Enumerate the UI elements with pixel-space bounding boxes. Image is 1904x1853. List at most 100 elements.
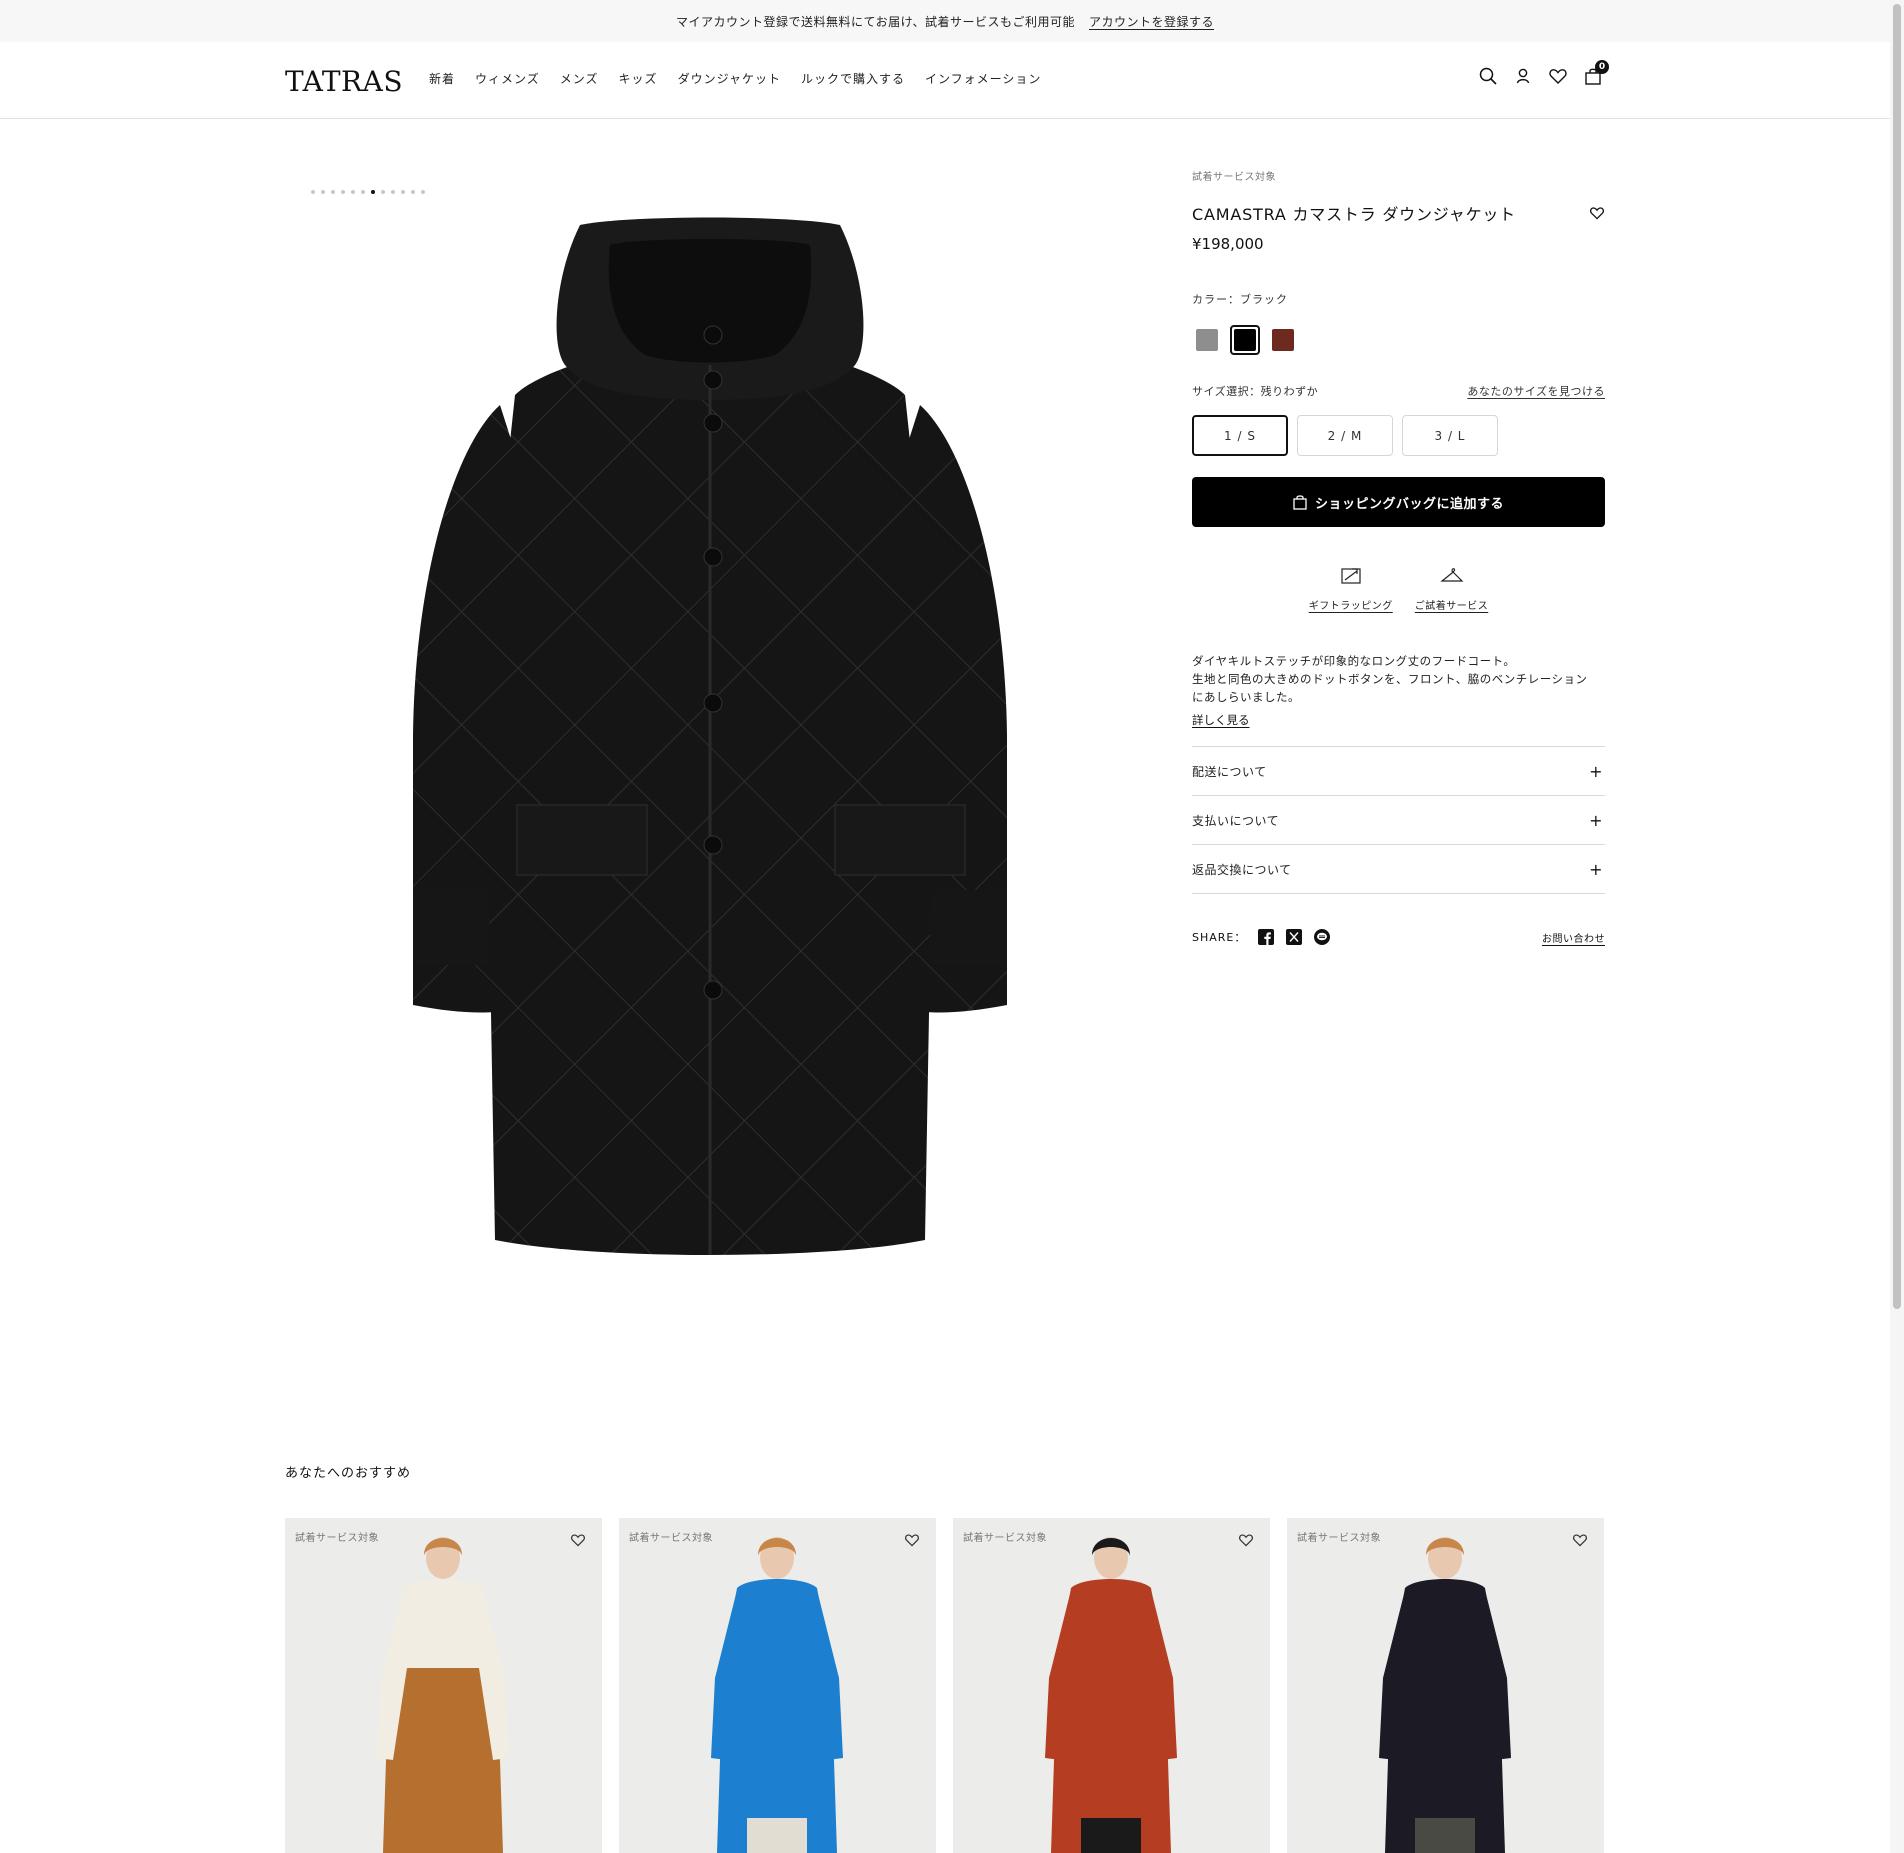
- color-label: カラー：ブラック: [1192, 293, 1288, 306]
- share-row: SHARE： お問い合わせ: [1192, 929, 1605, 945]
- swatch-fill: [1196, 329, 1218, 351]
- nav-new-arrivals[interactable]: 新着: [429, 70, 455, 87]
- scrollbar-thumb[interactable]: [1893, 4, 1901, 1309]
- size-label: サイズ選択：残りわずか: [1192, 385, 1319, 398]
- info-accordion: 配送について + 支払いについて + 返品交換について +: [1192, 746, 1605, 894]
- recommendation-card[interactable]: 試着サービス対象: [953, 1518, 1270, 1853]
- recommendation-card[interactable]: 試着サービス対象: [619, 1518, 936, 1853]
- gift-wrapping-label: ギフトラッピング: [1308, 601, 1393, 612]
- share-links: SHARE：: [1192, 929, 1331, 945]
- product-price: ¥198,000: [1192, 235, 1264, 253]
- main-nav: 新着 ウィメンズ メンズ キッズ ダウンジャケット ルックで購入する インフォメ…: [429, 70, 1041, 87]
- promo-text: マイアカウント登録で送料無料にてお届け、試着サービスもご利用可能: [675, 14, 1076, 29]
- description-line: にあしらいました。: [1192, 690, 1300, 704]
- hanger-icon: [1439, 565, 1464, 589]
- plus-icon: +: [1589, 810, 1603, 830]
- accordion-shipping[interactable]: 配送について +: [1192, 747, 1605, 796]
- color-swatch-black[interactable]: [1230, 325, 1260, 355]
- account-icon[interactable]: [1513, 66, 1533, 86]
- gallery-dot[interactable]: [321, 190, 325, 194]
- trial-service-tag: 試着サービス対象: [295, 1533, 379, 1544]
- nav-shop-the-look[interactable]: ルックで購入する: [801, 70, 905, 87]
- gift-wrapping-link[interactable]: ギフトラッピング: [1309, 565, 1393, 612]
- trial-service-tag: 試着サービス対象: [1192, 172, 1276, 183]
- size-option-m[interactable]: 2 / M: [1297, 415, 1393, 456]
- recommendations-grid: 試着サービス対象 試着サービス対象 試着サービス対象 試着サービス対象: [285, 1518, 1604, 1853]
- gallery-pagination[interactable]: [311, 190, 425, 194]
- plus-icon: +: [1589, 761, 1603, 781]
- contact-link[interactable]: お問い合わせ: [1542, 930, 1605, 945]
- description-line: ダイヤキルトステッチが印象的なロング丈のフードコート。: [1192, 654, 1516, 668]
- try-on-service-link[interactable]: ご試着サービス: [1415, 565, 1489, 612]
- trial-service-tag: 試着サービス対象: [629, 1533, 713, 1544]
- size-option-l[interactable]: 3 / L: [1402, 415, 1498, 456]
- accordion-returns[interactable]: 返品交換について +: [1192, 845, 1605, 894]
- gallery-dot[interactable]: [381, 190, 385, 194]
- size-option-s[interactable]: 1 / S: [1192, 415, 1288, 456]
- trial-service-tag: 試着サービス対象: [1297, 1533, 1381, 1544]
- cart-icon[interactable]: 0: [1583, 60, 1609, 86]
- gallery-dot[interactable]: [401, 190, 405, 194]
- recommendation-card[interactable]: 試着サービス対象: [285, 1518, 602, 1853]
- facebook-icon[interactable]: [1258, 929, 1275, 945]
- favorite-heart-icon[interactable]: [570, 1532, 586, 1548]
- gallery-dot[interactable]: [361, 190, 365, 194]
- recommendation-card[interactable]: 試着サービス対象: [1287, 1518, 1604, 1853]
- product-photo: [1045, 1537, 1177, 1853]
- color-swatches: [1192, 325, 1605, 355]
- line-icon[interactable]: [1314, 929, 1331, 945]
- favorite-heart-icon[interactable]: [1589, 205, 1605, 221]
- page-scrollbar[interactable]: [1890, 0, 1904, 1853]
- header-icons: 0: [1478, 60, 1609, 86]
- find-your-size-link[interactable]: あなたのサイズを見つける: [1467, 383, 1605, 399]
- accordion-payment[interactable]: 支払いについて +: [1192, 796, 1605, 845]
- gallery-dot[interactable]: [391, 190, 395, 194]
- nav-information[interactable]: インフォメーション: [925, 70, 1041, 87]
- description-line: 生地と同色の大きめのドットボタンを、フロント、脇のベンチレーション: [1192, 672, 1588, 686]
- color-swatch-brown[interactable]: [1268, 325, 1298, 355]
- product-photo: [711, 1537, 843, 1853]
- x-icon[interactable]: [1286, 929, 1303, 945]
- swatch-fill: [1272, 329, 1294, 351]
- accordion-label: 配送について: [1192, 764, 1267, 779]
- cart-count-badge: 0: [1595, 60, 1609, 74]
- add-to-bag-label: ショッピングバッグに追加する: [1314, 496, 1504, 512]
- brand-logo[interactable]: TATRAS: [285, 65, 403, 98]
- product-details: 試着サービス対象 CAMASTRA カマストラ ダウンジャケット ¥198,00…: [1192, 168, 1605, 945]
- register-account-link[interactable]: アカウントを登録する: [1089, 13, 1214, 30]
- nav-mens[interactable]: メンズ: [560, 70, 599, 87]
- promo-bar: マイアカウント登録で送料無料にてお届け、試着サービスもご利用可能 アカウントを登…: [0, 0, 1890, 42]
- plus-icon: +: [1589, 859, 1603, 879]
- gallery-dot[interactable]: [331, 190, 335, 194]
- wishlist-icon[interactable]: [1548, 66, 1568, 86]
- gallery-dot[interactable]: [351, 190, 355, 194]
- add-to-bag-button[interactable]: ショッピングバッグに追加する: [1192, 477, 1605, 527]
- nav-down-jackets[interactable]: ダウンジャケット: [678, 70, 781, 87]
- product-photo: [377, 1537, 509, 1853]
- gallery-dot[interactable]: [311, 190, 315, 194]
- gallery-dot[interactable]: [411, 190, 415, 194]
- nav-kids[interactable]: キッズ: [619, 70, 658, 87]
- color-swatch-grey[interactable]: [1192, 325, 1222, 355]
- nav-womens[interactable]: ウィメンズ: [475, 70, 540, 87]
- favorite-heart-icon[interactable]: [1238, 1532, 1254, 1548]
- share-label: SHARE：: [1192, 931, 1247, 944]
- gift-wrap-icon: [1340, 565, 1362, 589]
- title-row: CAMASTRA カマストラ ダウンジャケット: [1192, 201, 1605, 225]
- service-links: ギフトラッピング ご試着サービス: [1192, 565, 1605, 612]
- bag-icon: [1293, 494, 1307, 510]
- search-icon[interactable]: [1478, 66, 1498, 86]
- size-row: サイズ選択：残りわずか あなたのサイズを見つける: [1192, 383, 1605, 399]
- read-more-link[interactable]: 詳しく見る: [1192, 712, 1250, 728]
- site-header: TATRAS 新着 ウィメンズ メンズ キッズ ダウンジャケット ルックで購入す…: [0, 42, 1890, 119]
- gallery-dot[interactable]: [341, 190, 345, 194]
- gallery-dot[interactable]: [371, 190, 375, 194]
- trial-service-tag: 試着サービス対象: [963, 1533, 1047, 1544]
- product-title: CAMASTRA カマストラ ダウンジャケット: [1192, 205, 1516, 224]
- size-options: 1 / S 2 / M 3 / L: [1192, 415, 1605, 456]
- product-photo: [1379, 1537, 1511, 1853]
- favorite-heart-icon[interactable]: [904, 1532, 920, 1548]
- favorite-heart-icon[interactable]: [1572, 1532, 1588, 1548]
- product-main-image[interactable]: [405, 215, 1015, 1270]
- gallery-dot[interactable]: [421, 190, 425, 194]
